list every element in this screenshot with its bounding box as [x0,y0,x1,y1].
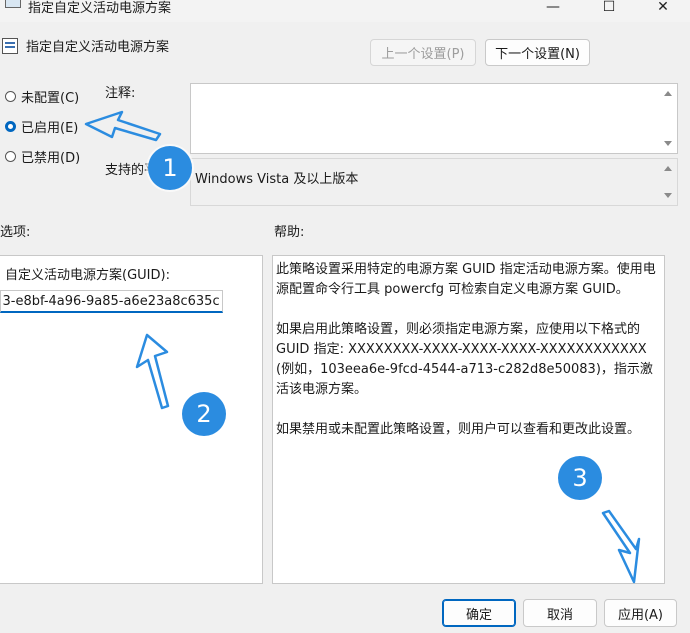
guid-field-label: 自定义活动电源方案(GUID): [5,268,170,283]
previous-setting-button[interactable]: 上一个设置(P) [370,39,476,66]
cancel-button[interactable]: 取消 [523,599,597,627]
scroll-up-icon[interactable] [664,91,672,96]
scroll-up-icon[interactable] [664,166,672,171]
scroll-down-icon[interactable] [664,141,672,146]
radio-label: 已禁用(D) [21,151,81,166]
window-title: 指定自定义活动电源方案 [28,1,172,16]
radio-enabled[interactable]: 已启用(E) [5,117,78,136]
options-label: 选项: [0,225,31,240]
app-icon [5,0,21,8]
radio-label: 未配置(C) [21,91,80,106]
radio-indicator-checked [5,121,16,132]
supported-on-box: Windows Vista 及以上版本 [190,158,678,206]
apply-button[interactable]: 应用(A) [604,599,677,627]
help-label: 帮助: [274,225,305,240]
policy-setting-icon [2,38,18,54]
scroll-down-icon[interactable] [664,193,672,198]
callout-badge-3: 3 [558,456,602,500]
maximize-button[interactable]: ☐ [586,0,632,18]
callout-badge-1: 1 [148,146,192,190]
help-text: 此策略设置采用特定的电源方案 GUID 指定活动电源方案。使用电源配置命令行工具… [276,262,656,437]
callout-badge-2: 2 [182,392,226,436]
policy-title: 指定自定义活动电源方案 [26,40,170,55]
radio-label: 已启用(E) [21,121,79,136]
minimize-button[interactable]: — [530,0,576,18]
comment-label: 注释: [105,86,136,101]
radio-indicator [5,151,16,162]
supported-on-value: Windows Vista 及以上版本 [195,172,359,187]
next-setting-button[interactable]: 下一个设置(N) [485,39,590,66]
title-bar: 指定自定义活动电源方案 — ☐ ✕ [0,0,690,22]
comment-scrollbar[interactable] [660,84,677,153]
radio-disabled[interactable]: 已禁用(D) [5,147,80,166]
ok-button[interactable]: 确定 [442,599,516,627]
supported-scrollbar[interactable] [660,159,677,205]
radio-not-configured[interactable]: 未配置(C) [5,87,79,106]
arrow-1-icon [84,110,162,142]
close-button[interactable]: ✕ [640,0,686,18]
comment-textarea[interactable] [190,83,678,154]
guid-input[interactable] [0,290,223,313]
radio-indicator [5,91,16,102]
